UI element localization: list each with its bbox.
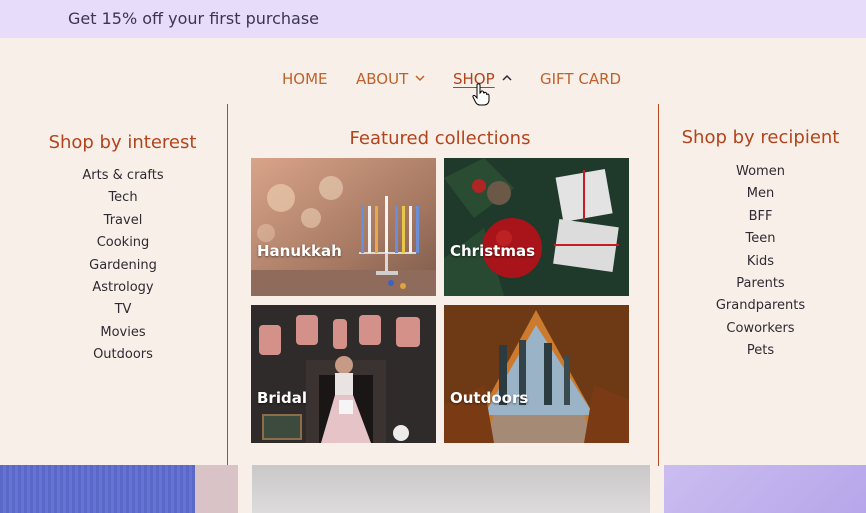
product-image-strip-lavender [664,465,866,513]
outdoors-image [444,305,629,443]
recipient-item[interactable]: Teen [659,228,862,250]
interest-item[interactable]: Travel [0,210,246,232]
recipient-title: Shop by recipient [681,127,840,148]
collection-label: Christmas [450,242,536,260]
product-image-strip-pink [195,465,238,513]
recipient-item[interactable]: Men [659,183,862,205]
recipient-item[interactable]: BFF [659,206,862,228]
product-image-strip-blue [0,465,195,513]
recipient-item[interactable]: Parents [659,273,862,295]
interest-item[interactable]: Outdoors [0,344,246,366]
christmas-image [444,158,629,296]
interest-item[interactable]: Movies [0,322,246,344]
interest-item[interactable]: Astrology [0,277,246,299]
collection-tile-christmas[interactable]: Christmas [444,158,629,296]
featured-title: Featured collections [349,128,531,149]
interest-item[interactable]: TV [0,299,246,321]
hanukkah-image [251,158,436,296]
nav-gift-card[interactable]: GIFT CARD [540,70,621,88]
chevron-up-icon[interactable] [501,72,513,84]
collection-label: Outdoors [450,389,529,407]
interest-item[interactable]: Gardening [0,255,246,277]
recipient-item[interactable]: Pets [659,340,862,362]
collection-tile-hanukkah[interactable]: Hanukkah [251,158,436,296]
interest-list: Arts & crafts Tech Travel Cooking Garden… [0,165,246,367]
recipient-item[interactable]: Kids [659,251,862,273]
recipient-item[interactable]: Women [659,161,862,183]
interest-item[interactable]: Tech [0,187,246,209]
collection-tile-bridal[interactable]: Bridal [251,305,436,443]
promo-banner: Get 15% off your first purchase [0,0,866,38]
interest-item[interactable]: Cooking [0,232,246,254]
nav-home[interactable]: HOME [282,70,328,88]
collection-label: Hanukkah [257,242,342,260]
collection-label: Bridal [257,389,307,407]
interest-title: Shop by interest [48,132,197,153]
bridal-image [251,305,436,443]
recipient-list: Women Men BFF Teen Kids Parents Grandpar… [659,161,862,363]
recipient-item[interactable]: Grandparents [659,295,862,317]
interest-item[interactable]: Arts & crafts [0,165,246,187]
chevron-down-icon[interactable] [414,72,426,84]
nav-about[interactable]: ABOUT [356,70,408,88]
collection-tile-outdoors[interactable]: Outdoors [444,305,629,443]
product-image-strip-grey [252,465,650,513]
hand-cursor-icon [472,83,490,106]
recipient-item[interactable]: Coworkers [659,318,862,340]
promo-text: Get 15% off your first purchase [68,9,320,28]
